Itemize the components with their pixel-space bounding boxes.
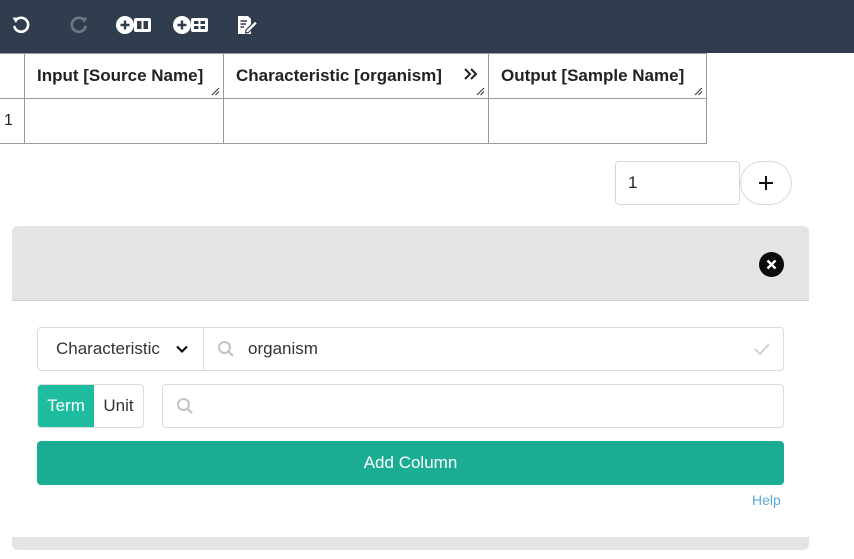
close-icon	[766, 259, 777, 270]
add-column-button[interactable]	[115, 10, 153, 40]
table-cell[interactable]	[488, 98, 707, 144]
close-button[interactable]	[759, 252, 784, 277]
spreadsheet-table: Input [Source Name] Characteristic [orga…	[0, 53, 707, 144]
term-search-field[interactable]: organism	[204, 328, 783, 370]
search-icon	[218, 341, 234, 357]
add-rows-button[interactable]	[740, 161, 792, 205]
column-type-value: Characteristic	[56, 339, 160, 358]
term-unit-toggle: Term Unit	[37, 384, 144, 428]
check-icon	[754, 343, 770, 356]
unit-search-input[interactable]	[203, 385, 773, 427]
add-building-block-icon	[173, 16, 208, 34]
column-header-characteristic[interactable]: Characteristic [organism]	[223, 53, 489, 99]
row-number: 1	[0, 98, 25, 144]
add-column-panel-footer	[12, 537, 809, 550]
resize-handle-icon[interactable]	[476, 87, 485, 96]
search-icon	[177, 398, 193, 414]
expand-column-icon[interactable]	[463, 66, 479, 82]
column-definition-row: Characteristic organism	[37, 327, 784, 371]
table-cell[interactable]	[223, 98, 489, 144]
toolbar	[0, 0, 854, 53]
unit-search-field	[162, 384, 784, 428]
add-column-button[interactable]: Add Column	[37, 441, 784, 485]
column-header-output[interactable]: Output [Sample Name]	[488, 53, 707, 99]
redo-button[interactable]	[66, 10, 92, 40]
resize-handle-icon[interactable]	[694, 87, 703, 96]
edit-document-button[interactable]	[234, 10, 260, 40]
add-column-icon	[116, 16, 151, 34]
column-header-input[interactable]: Input [Source Name]	[24, 53, 224, 99]
table-row: 1	[0, 98, 707, 144]
edit-document-icon	[238, 16, 259, 34]
column-header-label: Input [Source Name]	[37, 66, 204, 85]
add-column-panel-header	[12, 226, 809, 301]
undo-button[interactable]	[8, 10, 34, 40]
chevron-down-icon	[176, 345, 188, 354]
help-link[interactable]: Help	[752, 492, 781, 508]
column-header-label: Output [Sample Name]	[501, 66, 685, 85]
add-building-block-button[interactable]	[172, 10, 210, 40]
term-search-value: organism	[248, 339, 318, 358]
unit-toggle-option[interactable]: Unit	[94, 385, 143, 427]
column-header-label: Characteristic [organism]	[236, 66, 442, 85]
term-toggle-option[interactable]: Term	[38, 385, 94, 427]
column-type-select[interactable]: Characteristic	[38, 328, 204, 370]
row-count-input[interactable]	[615, 161, 740, 205]
corner-cell	[0, 53, 25, 99]
redo-icon	[70, 16, 88, 34]
undo-icon	[12, 16, 30, 34]
plus-icon	[759, 176, 773, 190]
table-cell[interactable]	[24, 98, 224, 144]
resize-handle-icon[interactable]	[211, 87, 220, 96]
